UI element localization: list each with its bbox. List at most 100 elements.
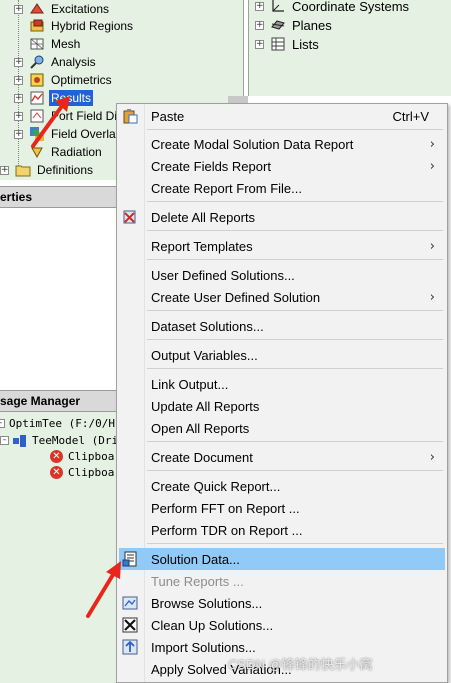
- tree-item-mesh[interactable]: Mesh: [29, 35, 82, 53]
- delete-reports-icon: [122, 209, 138, 225]
- menu-item-label: Perform FFT on Report ...: [151, 500, 300, 516]
- menu-item-clean-up-solutions[interactable]: Clean Up Solutions...: [119, 614, 445, 636]
- menu-separator: [147, 230, 443, 231]
- expand-icon[interactable]: -: [0, 418, 5, 428]
- tree-item-lists[interactable]: + Lists: [255, 35, 321, 53]
- message-manager-title: sage Manager: [0, 394, 81, 408]
- menu-separator: [147, 339, 443, 340]
- menu-item-create-user-defined-solution[interactable]: Create User Defined Solution ›: [119, 286, 445, 308]
- mesh-icon: [29, 36, 45, 52]
- tree-item-excitations[interactable]: + Excitations: [14, 0, 111, 18]
- menu-item-label: Dataset Solutions...: [151, 318, 264, 334]
- message-manager-header: sage Manager: [0, 390, 118, 412]
- menu-item-delete-all-reports[interactable]: Delete All Reports: [119, 206, 445, 228]
- lists-icon: [270, 36, 286, 52]
- menu-separator: [147, 259, 443, 260]
- menu-separator: [147, 201, 443, 202]
- menu-item-label: Perform TDR on Report ...: [151, 522, 303, 538]
- expand-icon[interactable]: +: [14, 93, 23, 103]
- menu-item-user-defined-solutions[interactable]: User Defined Solutions...: [119, 264, 445, 286]
- tree-label: Hybrid Regions: [51, 19, 134, 33]
- message-row-error[interactable]: ✕ Clipboa: [50, 448, 114, 464]
- menu-item-label: Create Quick Report...: [151, 478, 281, 494]
- tree-label: Definitions: [37, 163, 94, 177]
- menu-item-dataset-solutions[interactable]: Dataset Solutions...: [119, 315, 445, 337]
- expand-icon[interactable]: +: [14, 129, 23, 139]
- menu-item-browse-solutions[interactable]: Browse Solutions...: [119, 592, 445, 614]
- menu-item-create-document[interactable]: Create Document ›: [119, 446, 445, 468]
- tree-label: Excitations: [51, 2, 110, 16]
- menu-item-perform-fft[interactable]: Perform FFT on Report ...: [119, 497, 445, 519]
- menu-item-open-all-reports[interactable]: Open All Reports: [119, 417, 445, 439]
- radiation-icon: [29, 144, 45, 160]
- message-text: TeeModel (Driv: [32, 433, 118, 447]
- menu-item-label: Delete All Reports: [151, 209, 256, 225]
- expand-icon[interactable]: +: [255, 20, 264, 30]
- results-icon: [29, 90, 45, 106]
- expand-icon[interactable]: +: [14, 57, 23, 67]
- error-icon: ✕: [50, 465, 63, 479]
- menu-item-link-output[interactable]: Link Output...: [119, 373, 445, 395]
- menu-item-label: Create Report From File...: [151, 180, 302, 196]
- tree-label: Coordinate Systems: [292, 0, 410, 14]
- properties-title: erties: [0, 190, 33, 204]
- expand-icon[interactable]: +: [14, 75, 23, 85]
- menu-separator: [147, 441, 443, 442]
- tree-item-optimetrics[interactable]: + Optimetrics: [14, 71, 114, 89]
- menu-item-label: Output Variables...: [151, 347, 258, 363]
- expand-icon[interactable]: -: [0, 435, 9, 445]
- tree-label: Mesh: [51, 37, 81, 51]
- tree-item-analysis[interactable]: + Analysis: [14, 53, 98, 71]
- menu-item-create-quick-report[interactable]: Create Quick Report...: [119, 475, 445, 497]
- menu-item-perform-tdr[interactable]: Perform TDR on Report ...: [119, 519, 445, 541]
- menu-item-report-templates[interactable]: Report Templates ›: [119, 235, 445, 257]
- message-row-error[interactable]: ✕ Clipboa: [50, 464, 114, 480]
- excitations-icon: [29, 1, 45, 17]
- menu-item-label: Update All Reports: [151, 398, 260, 414]
- menu-separator: [147, 129, 443, 130]
- expand-icon[interactable]: +: [255, 39, 264, 49]
- menu-item-label: Create User Defined Solution: [151, 289, 321, 305]
- menu-item-output-variables[interactable]: Output Variables...: [119, 344, 445, 366]
- menu-item-create-report-from-file[interactable]: Create Report From File...: [119, 177, 445, 199]
- menu-separator: [147, 368, 443, 369]
- results-context-menu: Paste Ctrl+V Create Modal Solution Data …: [116, 103, 448, 683]
- menu-item-label: Create Document: [151, 449, 253, 465]
- message-row-project[interactable]: - OptimTee (F:/0/HF: [0, 415, 118, 431]
- submenu-arrow-icon: ›: [429, 289, 435, 305]
- tree-item-definitions[interactable]: + Definitions: [0, 161, 95, 179]
- tree-item-field-overlays[interactable]: + Field Overlays: [14, 125, 130, 143]
- tree-item-hybrid-regions[interactable]: Hybrid Regions: [29, 17, 135, 35]
- menu-item-create-fields-report[interactable]: Create Fields Report ›: [119, 155, 445, 177]
- menu-item-label: Create Fields Report: [151, 158, 271, 174]
- port-field-icon: [29, 108, 45, 124]
- expand-icon[interactable]: +: [14, 4, 23, 14]
- tree-label: Planes: [292, 17, 332, 33]
- menu-item-label: Browse Solutions...: [151, 595, 263, 611]
- message-row-design[interactable]: - TeeModel (Driv: [0, 432, 118, 448]
- menu-item-label: Clean Up Solutions...: [151, 617, 274, 633]
- properties-panel-header: erties: [0, 186, 118, 208]
- menu-item-solution-data[interactable]: Solution Data...: [119, 548, 445, 570]
- properties-panel: [0, 208, 118, 384]
- menu-item-paste[interactable]: Paste Ctrl+V: [119, 105, 445, 127]
- analysis-icon: [29, 54, 45, 70]
- tree-item-radiation[interactable]: Radiation: [29, 143, 104, 161]
- hybrid-regions-icon: [29, 18, 45, 34]
- tree-item-results[interactable]: + Results: [14, 89, 94, 107]
- menu-item-shortcut: Ctrl+V: [392, 108, 429, 124]
- expand-icon[interactable]: +: [0, 165, 9, 175]
- menu-item-tune-reports: Tune Reports ...: [119, 570, 445, 592]
- tree-label: Radiation: [51, 145, 102, 159]
- optimetrics-icon: [29, 72, 45, 88]
- tree-label: Optimetrics: [51, 73, 112, 87]
- menu-item-update-all-reports[interactable]: Update All Reports: [119, 395, 445, 417]
- browse-solutions-icon: [122, 595, 138, 611]
- tree-label: Analysis: [51, 55, 96, 69]
- tree-item-planes[interactable]: + Planes: [255, 16, 334, 34]
- expand-icon[interactable]: +: [255, 1, 264, 11]
- menu-separator: [147, 470, 443, 471]
- tree-item-coordinate-systems[interactable]: + Coordinate Systems: [255, 0, 411, 15]
- expand-icon[interactable]: +: [14, 111, 23, 121]
- menu-item-create-modal-solution-data-report[interactable]: Create Modal Solution Data Report ›: [119, 133, 445, 155]
